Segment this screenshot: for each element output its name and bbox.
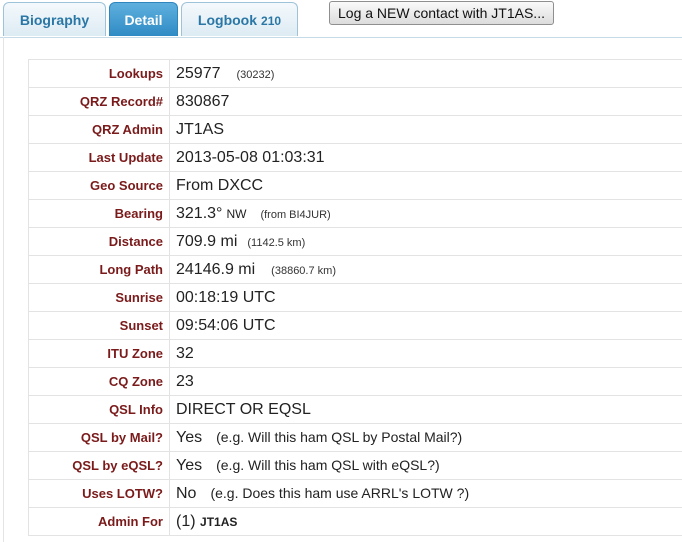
tab-biography-label: Biography xyxy=(19,12,90,28)
distance-value: 709.9 mi xyxy=(176,232,238,250)
distance-extra: (1142.5 km) xyxy=(247,236,306,249)
admin-label: QRZ Admin xyxy=(28,115,170,144)
tab-detail-label: Detail xyxy=(124,12,163,28)
bearing-value: 321.3° xyxy=(176,204,223,222)
row-record: QRZ Record# 830867 xyxy=(28,87,682,116)
record-label: QRZ Record# xyxy=(28,87,170,116)
sunrise-label: Sunrise xyxy=(28,283,170,312)
lookups-extra: (30232) xyxy=(236,68,275,81)
tab-detail[interactable]: Detail xyxy=(109,2,178,36)
last-update-label: Last Update xyxy=(28,143,170,172)
row-long-path: Long Path 24146.9 mi (38860.7 km) xyxy=(28,255,682,284)
admin-for-callsign[interactable]: JT1AS xyxy=(200,515,237,529)
qsl-mail-label: QSL by Mail? xyxy=(28,423,170,452)
sunrise-value: 00:18:19 UTC xyxy=(169,283,682,312)
sunset-label: Sunset xyxy=(28,311,170,340)
admin-value: JT1AS xyxy=(169,115,682,144)
record-value: 830867 xyxy=(169,87,682,116)
geo-source-label: Geo Source xyxy=(28,171,170,200)
itu-zone-value: 32 xyxy=(169,339,682,368)
tab-biography[interactable]: Biography xyxy=(3,2,106,36)
row-admin: QRZ Admin JT1AS xyxy=(28,115,682,144)
qsl-eqsl-label: QSL by eQSL? xyxy=(28,451,170,480)
row-bearing: Bearing 321.3° NW (from BI4JUR) xyxy=(28,199,682,228)
qsl-eqsl-value: Yes xyxy=(176,456,203,474)
row-lotw: Uses LOTW? No (e.g. Does this ham use ARR… xyxy=(28,479,682,508)
row-cq-zone: CQ Zone 23 xyxy=(28,367,682,396)
row-distance: Distance 709.9 mi (1142.5 km) xyxy=(28,227,682,256)
long-path-extra: (38860.7 km) xyxy=(271,264,336,277)
tab-logbook[interactable]: Logbook 210 xyxy=(181,2,298,36)
long-path-label: Long Path xyxy=(28,255,170,284)
distance-label: Distance xyxy=(28,227,170,256)
admin-for-count: (1) xyxy=(176,512,196,530)
row-sunrise: Sunrise 00:18:19 UTC xyxy=(28,283,682,312)
qsl-info-value: DIRECT OR EQSL xyxy=(169,395,682,424)
tab-logbook-count: 210 xyxy=(261,14,282,28)
row-sunset: Sunset 09:54:06 UTC xyxy=(28,311,682,340)
admin-for-label: Admin For xyxy=(28,507,170,536)
row-qsl-mail: QSL by Mail? Yes (e.g. Will this ham QSL … xyxy=(28,423,682,452)
detail-table: Lookups 25977 (30232) QRZ Record# 830867 … xyxy=(28,59,682,536)
qsl-mail-note: (e.g. Will this ham QSL by Postal Mail?) xyxy=(216,428,463,445)
row-admin-for: Admin For (1) JT1AS xyxy=(28,507,682,536)
log-new-contact-button[interactable]: Log a NEW contact with JT1AS... xyxy=(329,1,554,25)
qsl-info-label: QSL Info xyxy=(28,395,170,424)
detail-panel: Lookups 25977 (30232) QRZ Record# 830867 … xyxy=(3,37,682,542)
last-update-value: 2013-05-08 01:03:31 xyxy=(169,143,682,172)
bearing-label: Bearing xyxy=(28,199,170,228)
row-qsl-info: QSL Info DIRECT OR EQSL xyxy=(28,395,682,424)
bearing-direction: NW xyxy=(226,206,247,221)
itu-zone-label: ITU Zone xyxy=(28,339,170,368)
lotw-note: (e.g. Does this ham use ARRL's LOTW ?) xyxy=(210,484,470,501)
long-path-value: 24146.9 mi xyxy=(176,260,256,278)
lookups-label: Lookups xyxy=(28,59,170,88)
lotw-label: Uses LOTW? xyxy=(28,479,170,508)
cq-zone-label: CQ Zone xyxy=(28,367,170,396)
sunset-value: 09:54:06 UTC xyxy=(169,311,682,340)
qsl-eqsl-note: (e.g. Will this ham QSL with eQSL?) xyxy=(216,456,440,473)
qsl-mail-value: Yes xyxy=(176,428,203,446)
tab-logbook-label: Logbook xyxy=(197,12,258,28)
row-qsl-eqsl: QSL by eQSL? Yes (e.g. Will this ham QSL … xyxy=(28,451,682,480)
tab-bar: Biography Detail Logbook 210 Log a NEW co… xyxy=(0,0,682,38)
row-lookups: Lookups 25977 (30232) xyxy=(28,59,682,88)
row-last-update: Last Update 2013-05-08 01:03:31 xyxy=(28,143,682,172)
row-geo-source: Geo Source From DXCC xyxy=(28,171,682,200)
cq-zone-value: 23 xyxy=(169,367,682,396)
row-itu-zone: ITU Zone 32 xyxy=(28,339,682,368)
bearing-extra: (from BI4JUR) xyxy=(260,208,331,221)
lotw-value: No xyxy=(176,484,197,502)
geo-source-value: From DXCC xyxy=(169,171,682,200)
lookups-value: 25977 xyxy=(176,64,221,82)
